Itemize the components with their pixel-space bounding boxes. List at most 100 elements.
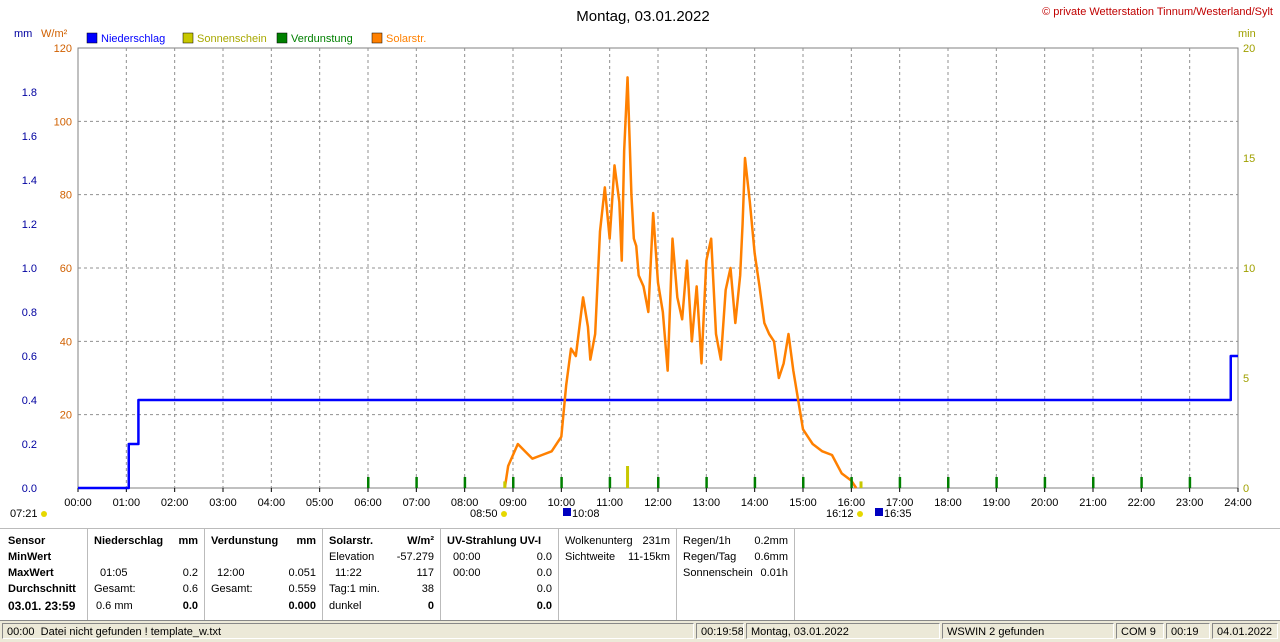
legend-swatch-verdunstung [276, 32, 288, 44]
verdunstung-mark [463, 477, 467, 488]
left-axis-mm-ticks: 0.0 0.2 0.4 0.6 0.8 1.0 1.2 1.4 1.6 1.8 [22, 87, 37, 495]
chart-title: Montag, 03.01.2022 [576, 8, 709, 25]
copyright-label: © private Wetterstation Tinnum/Westerlan… [1042, 6, 1273, 18]
x-tick-label: 05:00 [306, 497, 334, 509]
legend-swatch-sonnenschein [182, 32, 194, 44]
status-clock2: 00:19 [1166, 623, 1210, 639]
x-tick-label: 11:00 [596, 497, 623, 509]
sonnenschein-bar [859, 481, 863, 488]
verdunstung-mark [753, 477, 757, 488]
verdunstung-mark [560, 477, 563, 488]
y-tick-label-min: 0 [1243, 483, 1249, 495]
verdunstung-unit: mm [296, 535, 316, 547]
x-tick-label: 13:00 [693, 497, 721, 509]
y-tick-label-mm: 1.4 [22, 175, 37, 187]
x-tick-label: 12:00 [644, 497, 672, 509]
solar-head: Solarstr. [329, 535, 374, 547]
left-axis-unit-mm: mm [14, 28, 32, 40]
right-axis-unit-min: min [1238, 28, 1256, 40]
status-com: COM 9 [1116, 623, 1164, 639]
solar-dunkel-val: 0 [427, 600, 434, 612]
regentag-val: 0.6mm [754, 551, 788, 563]
x-tick-label: 03:00 [209, 497, 237, 509]
uv-r1-time: 00:00 [453, 551, 481, 563]
legend-label-solarstr: Solarstr. [386, 33, 426, 45]
panel-uv: UV-Strahlung UV-I 00:00 0.0 00:00 0.0 0.0 … [441, 529, 559, 621]
status-text: Datei nicht gefunden ! template_w.txt [40, 626, 222, 638]
sensor-max: MaxWert [8, 567, 54, 579]
panel-solar: Solarstr. W/m² Elevation -57.279 11:22 117 … [323, 529, 441, 621]
left-axis-wm2-ticks: 20 40 60 80 100 120 [54, 43, 72, 422]
uv-r1-val: 0.0 [536, 551, 552, 563]
verdunstung-mark [898, 477, 902, 488]
y-tick-label-min: 10 [1243, 263, 1255, 275]
sicht-label: Sichtweite [565, 551, 616, 563]
x-tick-label: 07:00 [403, 497, 431, 509]
x-tick-label: 02:00 [161, 497, 189, 509]
legend-swatch-solarstr [371, 32, 383, 44]
y-tick-label-mm: 1.0 [22, 263, 37, 275]
y-tick-label-mm: 0.6 [22, 351, 37, 363]
y-tick-label-mm: 1.8 [22, 87, 37, 99]
solar-unit: W/m² [407, 535, 434, 547]
verdunstung-mark [1092, 477, 1095, 488]
x-tick-label: 09:00 [499, 497, 527, 509]
x-tick-label: 06:00 [354, 497, 382, 509]
verdunstung-mark [1140, 477, 1143, 488]
wolken-label: Wolkenunterg [565, 535, 633, 547]
verdunstung-mark [947, 477, 950, 488]
panel-wolken: Wolkenunterg 231m Sichtweite 11-15km [559, 529, 677, 621]
solar-elev-val: -57.279 [396, 551, 434, 563]
legend-label-verdunstung: Verdunstung [291, 33, 353, 45]
panel-sensor: Sensor MinWert MaxWert Durchschnitt 03.0… [0, 529, 88, 621]
solar-max-val: 117 [416, 567, 434, 579]
sonnenschein-bar [626, 466, 630, 488]
status-bar: 00:00 Datei nicht gefunden ! template_w.… [0, 620, 1280, 642]
sensor-avg: Durchschnitt [8, 583, 76, 595]
status-clock: 00:19:58 [696, 623, 744, 639]
x-tick-label: 19:00 [983, 497, 1011, 509]
sunset-time: 16:12 [826, 508, 854, 520]
x-tick-label: 00:00 [64, 497, 92, 509]
x-tick-label: 01:00 [113, 497, 141, 509]
verdunstung-gesamt-val: 0.559 [288, 583, 316, 595]
sonnenschein-label: Sonnenschein [683, 567, 753, 579]
verdunstung-max-val: 0.051 [288, 567, 316, 579]
niederschlag-avg-text: 0.6 mm [96, 600, 133, 612]
y-tick-label-wm2: 20 [60, 410, 72, 422]
y-tick-label-mm: 0.0 [22, 483, 37, 495]
verdunstung-mark [367, 477, 370, 488]
solar-elev-label: Elevation [329, 551, 375, 563]
sonnenschein-val: 0.01h [760, 567, 788, 579]
y-tick-label-min: 5 [1243, 373, 1249, 385]
verdunstung-head: Verdunstung [211, 535, 279, 547]
uv-r3-val: 0.0 [536, 583, 552, 595]
legend: Niederschlag Sonnenschein Verdunstung So… [86, 32, 426, 45]
uv-r2-val: 0.0 [536, 567, 552, 579]
x-tick-label: 24:00 [1224, 497, 1252, 509]
y-tick-label-wm2: 40 [60, 336, 72, 348]
y-tick-label-min: 20 [1243, 43, 1255, 55]
max-time: 10:08 [572, 508, 600, 520]
niederschlag-head: Niederschlag [94, 535, 164, 547]
y-tick-label-wm2: 120 [54, 43, 72, 55]
dusk-time: 16:35 [884, 508, 912, 520]
x-tick-label: 22:00 [1128, 497, 1156, 509]
wolken-val: 231m [642, 535, 670, 547]
verdunstung-mark [512, 477, 515, 488]
x-tick-label: 15:00 [789, 497, 817, 509]
sun-left-time: 07:21 [10, 508, 38, 520]
solar-tag-val: 38 [421, 583, 434, 595]
verdunstung-mark [995, 477, 998, 488]
legend-label-niederschlag: Niederschlag [101, 33, 165, 45]
y-tick-label-mm: 0.2 [22, 439, 37, 451]
panel-verdunstung: Verdunstung mm 12:00 0.051 Gesamt: 0.559 0.… [205, 529, 323, 621]
sensor-date: 03.01. 23:59 [8, 599, 76, 613]
uv-head: UV-Strahlung UV-I [447, 535, 542, 547]
solar-tag-label: Tag:1 min. [329, 583, 380, 595]
status-date: Montag, 03.01.2022 [746, 623, 940, 639]
verdunstung-mark [608, 477, 612, 488]
niederschlag-max-time: 01:05 [100, 567, 128, 579]
solar-dunkel-label: dunkel [329, 600, 362, 612]
uv-r2-time: 00:00 [453, 567, 481, 579]
